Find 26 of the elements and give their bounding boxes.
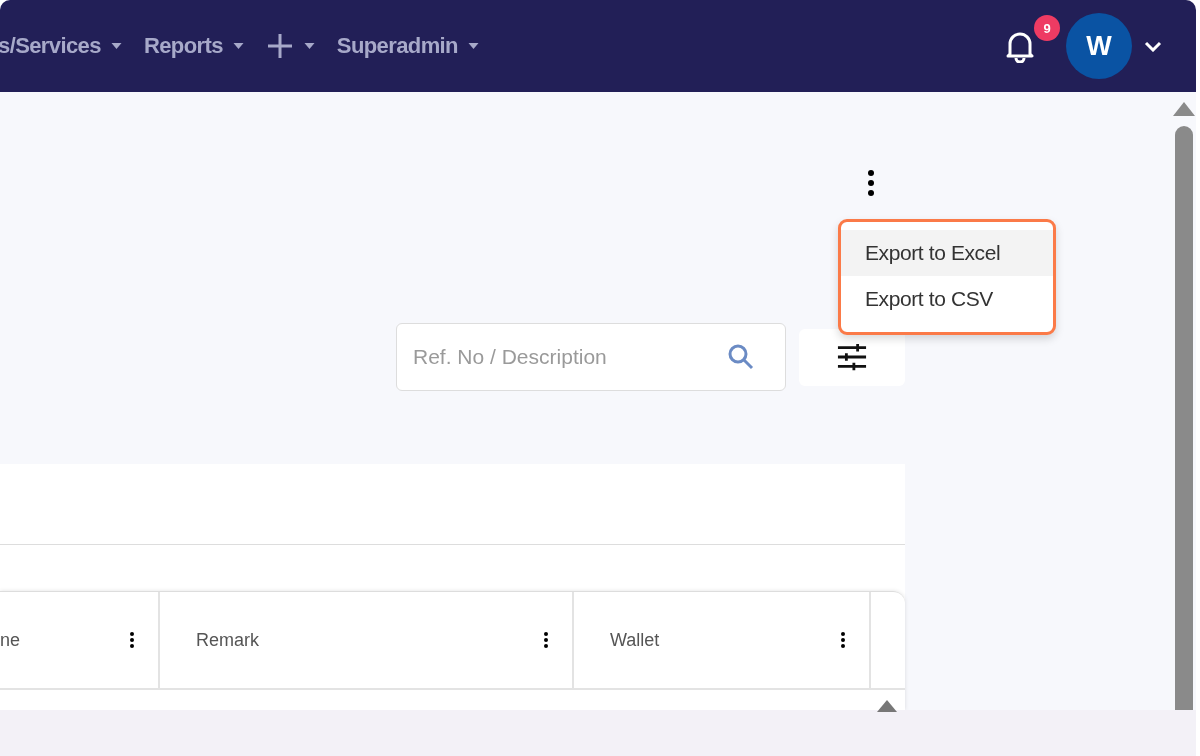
user-avatar[interactable]: W [1066, 13, 1132, 79]
notification-count-badge: 9 [1034, 15, 1060, 41]
caret-icon [110, 43, 122, 49]
column-header: Remark [196, 629, 259, 651]
caret-icon [467, 43, 479, 49]
column-menu-icon[interactable] [544, 632, 548, 648]
plus-icon [265, 32, 294, 60]
sliders-icon [837, 342, 867, 372]
column-header: ne [0, 629, 21, 651]
menu-item[interactable]: Export to Excel [841, 230, 1053, 276]
more-vertical-icon [868, 170, 874, 196]
column-menu-icon[interactable] [841, 632, 845, 648]
chevron-down-icon[interactable] [1144, 40, 1162, 52]
filter-button[interactable] [799, 328, 905, 386]
add-menu-button[interactable] [265, 32, 315, 60]
search-field[interactable]: Ref. No / Description [396, 323, 786, 391]
caret-icon [232, 43, 244, 49]
menu-item[interactable]: Export to CSV [841, 276, 1053, 322]
search-icon [728, 344, 754, 370]
column-header: Wallet [610, 629, 660, 651]
caret-icon [303, 43, 315, 49]
scroll-up-arrow-icon[interactable] [1173, 102, 1195, 116]
nav-menu-item[interactable]: Superadmin [336, 33, 479, 59]
column-menu-icon[interactable] [130, 632, 134, 648]
nav-menu-item[interactable]: Reports [143, 33, 244, 59]
scroll-up-arrow-icon[interactable] [877, 700, 897, 712]
